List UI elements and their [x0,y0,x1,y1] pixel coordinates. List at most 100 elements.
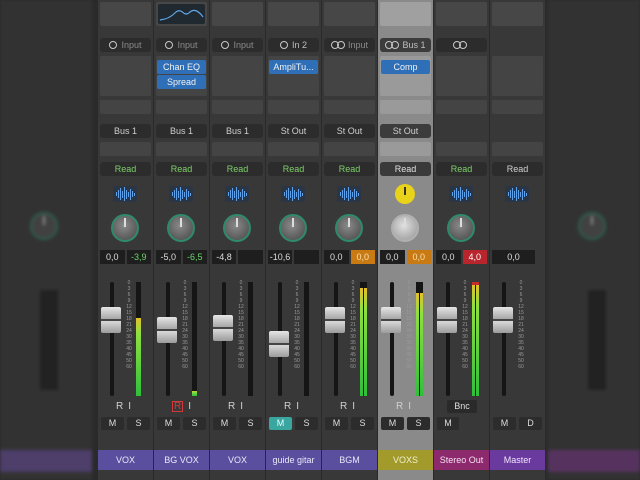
volume-fader[interactable] [381,307,401,333]
output-slot[interactable]: St Out [380,124,431,138]
mute-button[interactable]: M [381,417,404,430]
send-slot[interactable] [212,100,263,114]
output-slot[interactable]: Bus 1 [100,124,151,138]
waveform-icon[interactable] [225,186,249,202]
eq-display[interactable] [492,2,543,26]
mute-button[interactable]: M [213,417,236,430]
automation-mode[interactable]: Read [436,162,487,176]
send-slot[interactable] [324,100,375,114]
automation-mode[interactable]: Read [492,162,543,176]
input-slot[interactable]: Input [324,38,375,52]
eq-display[interactable] [436,2,487,26]
plugin-slot[interactable]: Comp [381,60,430,74]
channel-name[interactable]: VOX [98,450,153,470]
automation-mode[interactable]: Read [324,162,375,176]
group-slot[interactable] [156,142,207,156]
eq-display[interactable] [324,2,375,26]
group-slot[interactable] [212,142,263,156]
plugin-slots-area[interactable] [100,56,151,96]
volume-fader[interactable] [157,317,177,343]
plugin-slots-area[interactable] [436,56,487,96]
channel-name[interactable]: BGM [322,450,377,470]
send-slot[interactable] [100,100,151,114]
bounce-button[interactable]: Bnc [447,400,477,413]
eq-display[interactable] [100,2,151,26]
pan-knob[interactable] [335,214,363,242]
peak-readout[interactable]: 0,0 [350,250,375,264]
record-enable-button[interactable]: R [116,401,123,412]
send-slot[interactable] [436,100,487,114]
peak-readout[interactable] [294,250,319,264]
mute-button[interactable]: M [493,417,516,430]
record-enable-button[interactable]: R [396,401,403,412]
output-slot[interactable]: Bus 1 [212,124,263,138]
record-enable-button[interactable]: R [172,401,184,412]
group-slot[interactable] [268,142,319,156]
input-monitor-button[interactable]: I [240,401,243,412]
plugin-slot[interactable]: Chan EQ [157,60,206,74]
eq-display[interactable] [268,2,319,26]
input-slot[interactable]: Input [156,38,207,52]
pan-knob[interactable] [279,214,307,242]
input-slot[interactable]: Bus 1 [380,38,431,52]
waveform-icon[interactable] [337,186,361,202]
send-slot[interactable] [268,100,319,114]
peak-readout[interactable]: -6,5 [182,250,207,264]
input-monitor-button[interactable]: I [408,401,411,412]
record-enable-button[interactable]: R [340,401,347,412]
output-slot[interactable]: St Out [324,124,375,138]
mute-button[interactable]: M [325,417,348,430]
mute-button[interactable]: M [437,417,459,430]
plugin-slot[interactable]: AmpliTu... [269,60,318,74]
solo-button[interactable]: S [183,417,206,430]
pan-knob[interactable] [223,214,251,242]
plugin-slots-area[interactable] [492,56,543,96]
record-enable-button[interactable]: R [284,401,291,412]
input-monitor-button[interactable]: I [352,401,355,412]
peak-readout[interactable]: -3,9 [126,250,151,264]
eq-display[interactable] [212,2,263,26]
tuner-icon[interactable] [395,184,415,204]
input-slot[interactable]: In 2 [268,38,319,52]
solo-button[interactable]: S [351,417,374,430]
pan-knob[interactable] [167,214,195,242]
group-slot[interactable] [436,142,487,156]
waveform-icon[interactable] [169,186,193,202]
plugin-slots-area[interactable] [324,56,375,96]
output-slot[interactable]: Bus 1 [156,124,207,138]
plugin-slot[interactable]: Spread [157,75,206,89]
group-slot[interactable] [100,142,151,156]
input-slot[interactable]: Input [212,38,263,52]
channel-name[interactable]: guide gitar [266,450,321,470]
volume-fader[interactable] [269,331,289,357]
input-monitor-button[interactable]: I [188,401,191,412]
input-monitor-button[interactable]: I [128,401,131,412]
mute-button[interactable]: M [101,417,124,430]
record-enable-button[interactable]: R [228,401,235,412]
automation-mode[interactable]: Read [268,162,319,176]
send-slot[interactable] [156,100,207,114]
pan-knob[interactable] [447,214,475,242]
peak-readout[interactable] [238,250,263,264]
peak-readout[interactable]: 0,0 [406,250,431,264]
eq-display[interactable] [156,2,207,26]
fader-track[interactable] [446,282,450,396]
waveform-icon[interactable] [113,186,137,202]
volume-fader[interactable] [437,307,457,333]
pan-knob[interactable] [391,214,419,242]
group-slot[interactable] [492,142,543,156]
solo-button[interactable]: S [239,417,262,430]
fader-track[interactable] [390,282,394,396]
waveform-icon[interactable] [449,186,473,202]
peak-readout[interactable]: 4,0 [462,250,487,264]
send-slot[interactable] [380,100,431,114]
volume-fader[interactable] [493,307,513,333]
fader-track[interactable] [334,282,338,396]
fader-track[interactable] [502,282,506,396]
solo-button[interactable]: S [127,417,150,430]
solo-button[interactable]: S [407,417,430,430]
waveform-icon[interactable] [505,186,529,202]
output-slot[interactable]: St Out [268,124,319,138]
volume-fader[interactable] [325,307,345,333]
pan-knob[interactable] [111,214,139,242]
